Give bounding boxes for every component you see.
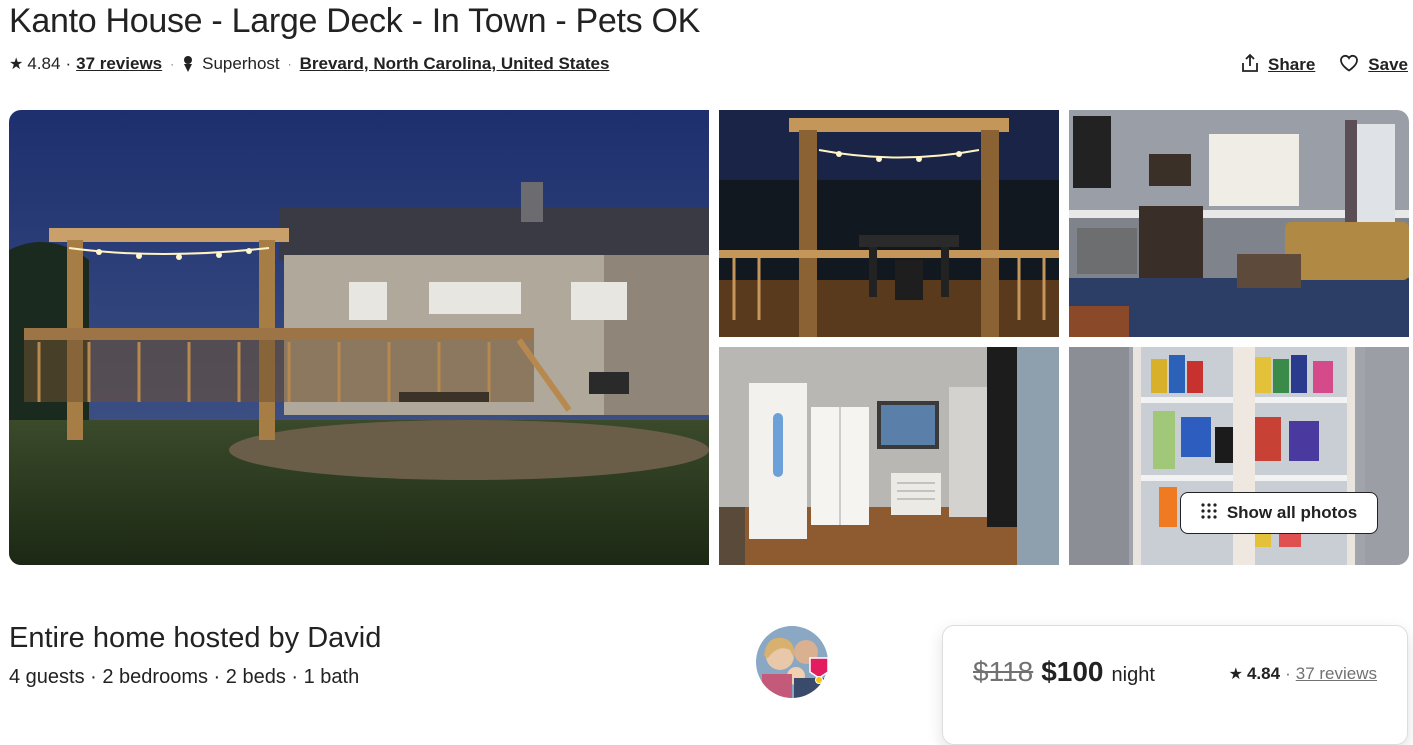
separator: · — [65, 54, 72, 73]
separator: · — [1285, 664, 1291, 683]
photo-pergola-deck[interactable] — [719, 110, 1059, 337]
reviews-link[interactable]: 37 reviews — [76, 54, 162, 74]
current-price: $100 — [1041, 656, 1104, 687]
location-link[interactable]: Brevard, North Carolina, United States — [300, 54, 610, 74]
star-icon: ★ — [9, 56, 24, 73]
share-icon — [1241, 53, 1259, 78]
heart-icon — [1339, 54, 1359, 77]
card-reviews-link[interactable]: 37 reviews — [1296, 664, 1377, 684]
save-label: Save — [1368, 55, 1408, 74]
listing-details: 4 guests · 2 bedrooms · 2 beds · 1 bath — [9, 666, 360, 688]
host-title: Entire home hosted by David — [9, 622, 382, 654]
price-row: $118 $100 night — [973, 656, 1155, 688]
superhost-label: Superhost — [202, 54, 280, 73]
separator: · — [287, 57, 292, 71]
listing-meta: ★ 4.84 · 37 reviews · Superhost · Brevar… — [9, 52, 609, 76]
photo-main-deck-exterior[interactable] — [9, 110, 709, 565]
star-icon: ★ — [1228, 666, 1243, 683]
show-all-photos-label: Show all photos — [1226, 503, 1358, 522]
share-label: Share — [1268, 55, 1316, 74]
save-button[interactable]: Save — [1339, 54, 1408, 77]
photo-entry-hall[interactable] — [719, 347, 1059, 565]
share-button[interactable]: Share — [1241, 53, 1315, 78]
superhost-badge-icon — [808, 656, 830, 684]
grid-icon — [1201, 502, 1217, 524]
superhost-icon — [182, 55, 194, 73]
photo-living-room[interactable] — [1069, 110, 1409, 337]
booking-card: $118 $100 night ★ 4.84 · 37 reviews — [942, 625, 1408, 745]
original-price: $118 — [973, 656, 1034, 687]
show-all-photos-button[interactable]: Show all photos — [1180, 492, 1378, 534]
card-rating-value: 4.84 — [1246, 664, 1281, 683]
rating-value: 4.84 — [27, 54, 61, 73]
separator: · — [170, 57, 175, 71]
listing-title: Kanto House - Large Deck - In Town - Pet… — [9, 2, 701, 40]
listing-actions: Share Save — [1241, 52, 1408, 78]
price-unit: night — [1111, 664, 1155, 686]
card-rating: ★ 4.84 · 37 reviews — [1229, 664, 1377, 684]
